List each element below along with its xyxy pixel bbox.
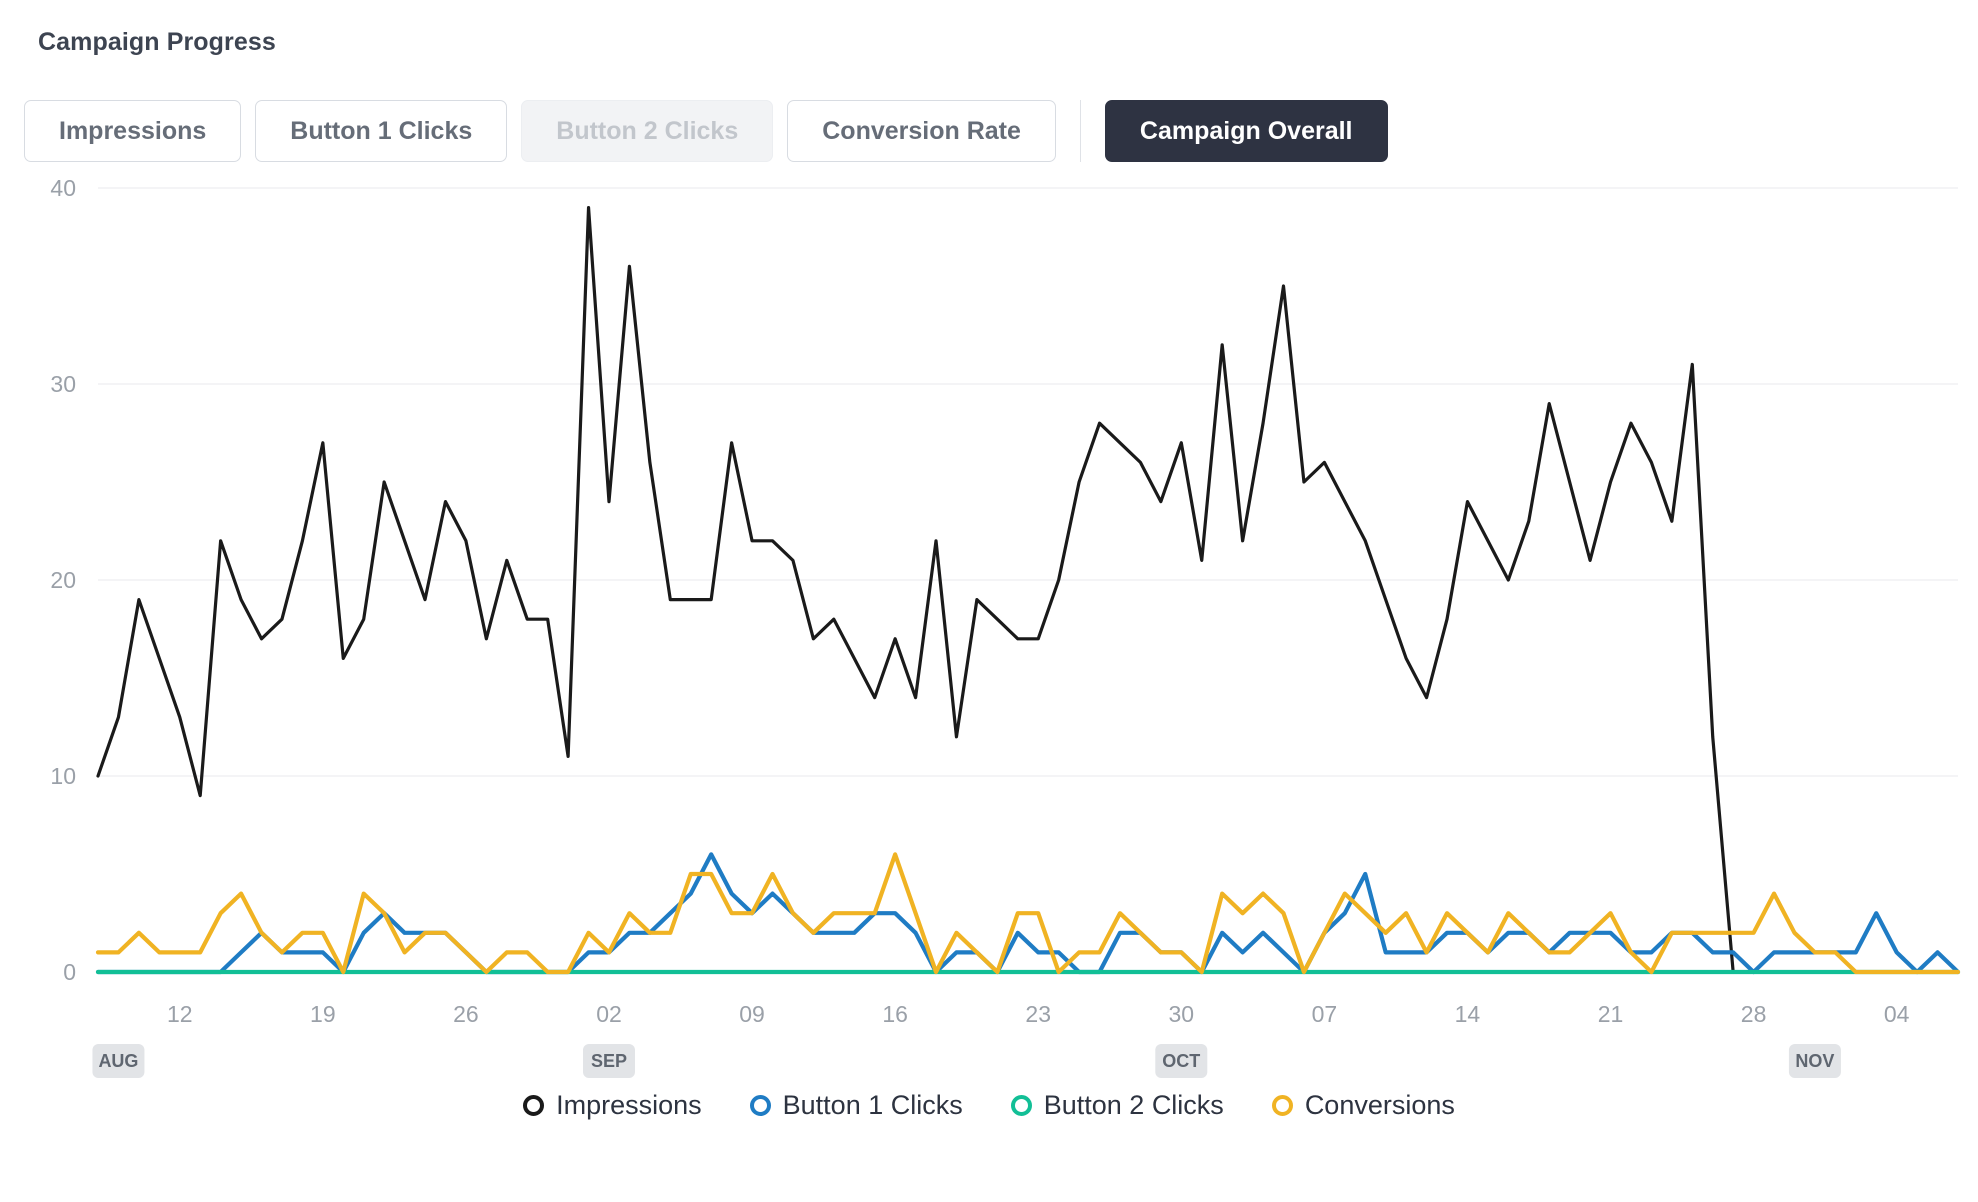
month-chip-label: AUG [98, 1051, 138, 1071]
x-axis-tick-label: 09 [739, 1001, 765, 1027]
legend-label: Conversions [1304, 1090, 1455, 1120]
month-chip-label: OCT [1162, 1051, 1200, 1071]
chart-legend: Impressions Button 1 Clicks Button 2 Cli… [0, 1090, 1978, 1121]
chart-svg: 0 10 20 30 40 12 19 26 02 09 16 23 30 07 14 21 28 04 AUG SE… [50, 180, 1961, 1078]
legend-item-button-2-clicks[interactable]: Button 2 Clicks [1010, 1090, 1224, 1121]
x-axis-tick-label: 26 [453, 1001, 479, 1027]
y-axis-tick-label: 30 [50, 371, 76, 397]
x-axis-tick-label: 07 [1312, 1001, 1338, 1027]
tab-button-2-clicks[interactable]: Button 2 Clicks [521, 100, 774, 162]
series-line-impressions [96, 206, 1960, 974]
month-chip-label: SEP [591, 1051, 627, 1071]
tab-divider [1079, 100, 1081, 162]
circle-outline-icon [523, 1095, 545, 1116]
circle-outline-icon [1010, 1095, 1032, 1116]
x-axis-tick-label: 28 [1741, 1001, 1767, 1027]
legend-item-impressions[interactable]: Impressions [523, 1090, 702, 1121]
x-axis-tick-label: 02 [596, 1001, 622, 1027]
x-axis-tick-label: 16 [882, 1001, 908, 1027]
x-axis-tick-label: 14 [1455, 1001, 1481, 1027]
x-axis-tick-label: 19 [310, 1001, 336, 1027]
x-axis-tick-label: 30 [1168, 1001, 1194, 1027]
legend-label: Button 1 Clicks [782, 1090, 963, 1120]
legend-item-button-1-clicks[interactable]: Button 1 Clicks [749, 1090, 963, 1121]
y-axis-tick-label: 40 [50, 180, 76, 201]
circle-outline-icon [1271, 1095, 1293, 1116]
campaign-line-chart: 0 10 20 30 40 12 19 26 02 09 16 23 30 07 14 21 28 04 AUG SE… [0, 180, 1978, 1202]
tab-button-1-clicks[interactable]: Button 1 Clicks [255, 100, 508, 162]
circle-outline-icon [749, 1095, 771, 1116]
tab-conversion-rate[interactable]: Conversion Rate [787, 100, 1056, 162]
x-axis-tick-label: 23 [1025, 1001, 1051, 1027]
tab-impressions[interactable]: Impressions [24, 100, 242, 162]
legend-label: Button 2 Clicks [1043, 1090, 1224, 1120]
x-axis-tick-label: 04 [1884, 1001, 1910, 1027]
page-title: Campaign Progress [38, 28, 276, 56]
y-axis-tick-label: 0 [63, 959, 76, 985]
campaign-progress-panel: Campaign Progress Impressions Button 1 C… [0, 0, 1978, 1202]
y-axis-tick-label: 20 [50, 567, 76, 593]
x-axis-tick-label: 21 [1598, 1001, 1624, 1027]
legend-item-conversions[interactable]: Conversions [1271, 1090, 1455, 1121]
metric-tab-row: Impressions Button 1 Clicks Button 2 Cli… [24, 100, 1388, 162]
series-line-conversions [95, 852, 1961, 975]
tab-campaign-overall[interactable]: Campaign Overall [1104, 100, 1388, 162]
month-chip-label: NOV [1795, 1051, 1834, 1071]
x-axis-tick-label: 12 [167, 1001, 193, 1027]
legend-label: Impressions [556, 1090, 702, 1120]
y-axis-tick-label: 10 [50, 763, 76, 789]
